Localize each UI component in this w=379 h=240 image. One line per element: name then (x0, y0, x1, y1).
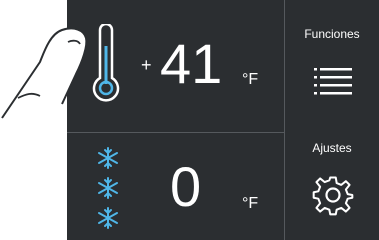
ajustes-label: Ajustes (312, 141, 352, 155)
finger-pointer-icon (1, 27, 88, 119)
fridge-sign: + (141, 55, 152, 75)
freezer-unit: °F (242, 195, 259, 212)
funciones-label: Funciones (304, 27, 360, 41)
fridge-temperature: 41 (160, 32, 223, 95)
freezer-temperature: 0 (170, 155, 202, 218)
fridge-unit: °F (242, 71, 259, 88)
snowflake-icon (98, 147, 118, 229)
gear-icon (312, 176, 354, 216)
menu-lines-icon (314, 68, 352, 95)
funciones-button[interactable] (285, 0, 379, 118)
